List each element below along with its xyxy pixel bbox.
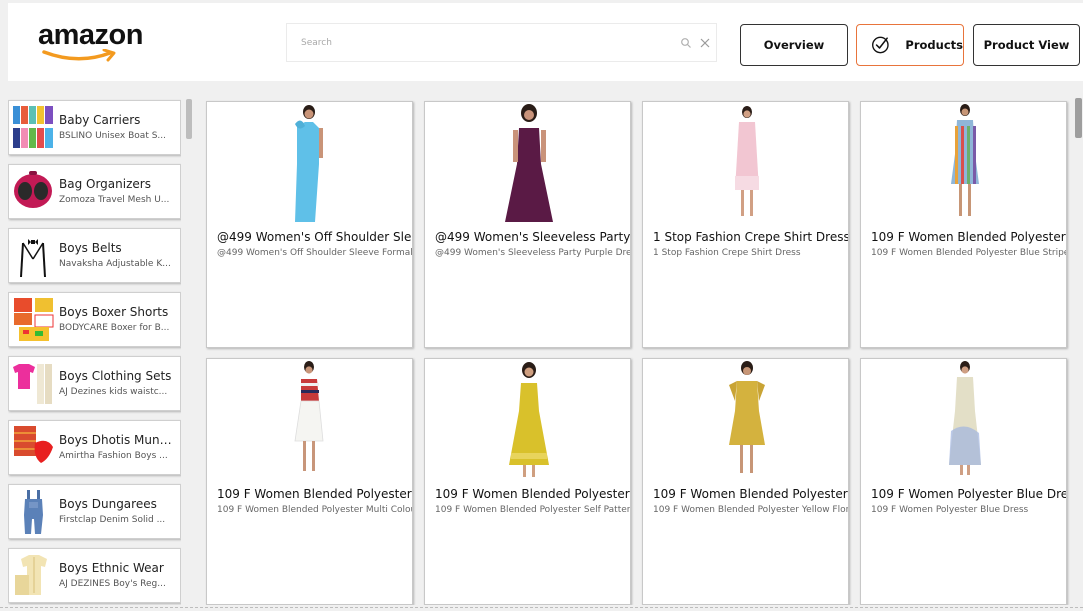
product-image <box>951 104 979 216</box>
category-subtitle: Navaksha Adjustable K... <box>59 259 171 269</box>
sidebar-scrollbar[interactable] <box>186 99 192 139</box>
amazon-logo: amazon <box>38 21 158 66</box>
category-title: Boys Clothing Sets <box>59 369 172 383</box>
category-subtitle: Firstclap Denim Solid ... <box>59 515 166 525</box>
product-card[interactable]: 109 F Women Blended Polyester Self Patte… <box>424 358 631 605</box>
product-title: 109 F Women Blended Polyester Multicolor <box>217 487 412 501</box>
product-view-button-label: Product View <box>983 38 1070 52</box>
product-subtitle: @499 Women's Sleeveless Party Purple Dre… <box>435 248 631 258</box>
product-title: 109 F Women Blended Polyester Blue Strip… <box>871 230 1066 244</box>
product-title: 109 F Women Polyester Blue Dress <box>871 487 1067 501</box>
product-title: @499 Women's Off Shoulder Sleeveless <box>217 230 412 244</box>
product-image <box>949 361 981 475</box>
category-item-bag-organizers[interactable]: Bag Organizers Zomoza Travel Mesh U... <box>8 164 181 219</box>
product-card[interactable]: @499 Women's Sleeveless Party Purple @49… <box>424 101 631 348</box>
category-title: Bag Organizers <box>59 177 151 191</box>
category-subtitle: Amirtha Fashion Boys ... <box>59 451 168 461</box>
product-title: 109 F Women Blended Polyester Self Patte… <box>435 487 630 501</box>
product-image <box>509 362 549 477</box>
product-image <box>295 105 323 222</box>
product-view-button[interactable]: Product View <box>973 24 1080 66</box>
category-item-boys-clothing-sets[interactable]: Boys Clothing Sets AJ Dezines kids waist… <box>8 356 181 411</box>
ethnic-wear-image <box>11 551 56 600</box>
logo-smile-icon <box>42 49 116 62</box>
clothing-set-image <box>11 359 56 408</box>
category-list[interactable]: Baby Carriers BSLINO Unisex Boat S... Ba… <box>8 99 181 605</box>
category-title: Boys Boxer Shorts <box>59 305 169 319</box>
product-subtitle: 109 F Women Blended Polyester Multi Colo… <box>217 505 412 515</box>
products-button[interactable]: Products <box>856 24 964 66</box>
product-subtitle: @499 Women's Off Shoulder Sleeve Formal … <box>217 248 413 258</box>
overview-button-label: Overview <box>763 38 825 52</box>
product-subtitle: 109 F Women Blended Polyester Yellow Flo… <box>653 505 849 515</box>
category-title: Boys Ethnic Wear <box>59 561 164 575</box>
category-subtitle: BSLINO Unisex Boat S... <box>59 131 167 141</box>
category-item-boys-dungarees[interactable]: Boys Dungarees Firstclap Denim Solid ... <box>8 484 181 539</box>
close-icon[interactable] <box>699 37 711 49</box>
search-box[interactable]: Search <box>286 23 717 62</box>
category-item-boys-boxer-shorts[interactable]: Boys Boxer Shorts BODYCARE Boxer for B..… <box>8 292 181 347</box>
search-icon[interactable] <box>680 37 692 49</box>
product-title: 1 Stop Fashion Crepe Shirt Dress <box>653 230 849 244</box>
logo-text: amazon <box>38 19 143 51</box>
category-item-boys-dhotis[interactable]: Boys Dhotis Mund... Amirtha Fashion Boys… <box>8 420 181 475</box>
category-subtitle: BODYCARE Boxer for B... <box>59 323 170 333</box>
category-item-baby-carriers[interactable]: Baby Carriers BSLINO Unisex Boat S... <box>8 100 181 155</box>
overview-button[interactable]: Overview <box>740 24 848 66</box>
dungarees-image <box>11 487 56 536</box>
category-subtitle: Zomoza Travel Mesh U... <box>59 195 170 205</box>
product-card[interactable]: 109 F Women Blended Polyester Blue Strip… <box>860 101 1067 348</box>
boxer-shorts-image <box>11 295 56 344</box>
product-card[interactable]: 1 Stop Fashion Crepe Shirt Dress 1 Stop … <box>642 101 849 348</box>
product-grid: @499 Women's Off Shoulder Sleeveless @49… <box>205 99 1071 605</box>
product-subtitle: 109 F Women Blended Polyester Self Patte… <box>435 505 631 515</box>
category-subtitle: AJ Dezines kids waistc... <box>59 387 168 397</box>
product-image <box>505 104 553 222</box>
products-button-label: Products <box>905 38 963 52</box>
search-input-placeholder[interactable]: Search <box>301 38 332 48</box>
category-title: Boys Dungarees <box>59 497 157 511</box>
product-subtitle: 109 F Women Polyester Blue Dress <box>871 505 1029 515</box>
main-scrollbar[interactable] <box>1075 98 1082 138</box>
category-title: Baby Carriers <box>59 113 141 127</box>
category-subtitle: AJ DEZINES Boy's Reg... <box>59 579 166 589</box>
product-card[interactable]: @499 Women's Off Shoulder Sleeveless @49… <box>206 101 413 348</box>
product-card[interactable]: 109 F Women Polyester Blue Dress 109 F W… <box>860 358 1067 605</box>
category-title: Boys Dhotis Mund... <box>59 433 177 447</box>
product-image <box>294 361 324 471</box>
product-subtitle: 1 Stop Fashion Crepe Shirt Dress <box>653 248 801 258</box>
product-title: 109 F Women Blended Polyester Yellow <box>653 487 848 501</box>
product-card[interactable]: 109 F Women Blended Polyester Yellow 109… <box>642 358 849 605</box>
category-item-boys-ethnic-wear[interactable]: Boys Ethnic Wear AJ DEZINES Boy's Reg... <box>8 548 181 603</box>
header-bar: amazon Search Overview Products Product … <box>8 3 1083 81</box>
product-image <box>729 361 765 473</box>
suspenders-image <box>11 231 56 280</box>
product-image <box>735 106 759 216</box>
check-circle-icon <box>872 36 889 54</box>
product-subtitle: 109 F Women Blended Polyester Blue Strip… <box>871 248 1066 258</box>
category-title: Boys Belts <box>59 241 122 255</box>
category-item-boys-belts[interactable]: Boys Belts Navaksha Adjustable K... <box>8 228 181 283</box>
bag-organizer-image <box>11 167 56 216</box>
product-title: @499 Women's Sleeveless Party Purple <box>435 230 631 244</box>
socks-pack-image <box>11 103 56 152</box>
dhoti-image <box>11 423 56 472</box>
bottom-divider <box>0 607 1083 608</box>
product-card[interactable]: 109 F Women Blended Polyester Multicolor… <box>206 358 413 605</box>
